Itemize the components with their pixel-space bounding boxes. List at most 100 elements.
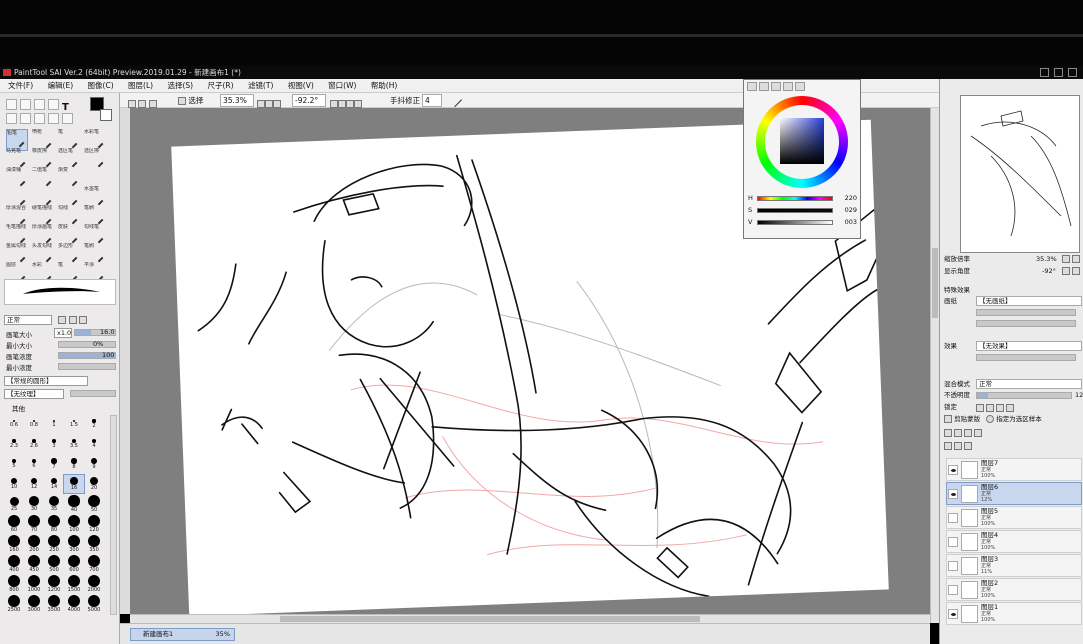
menu-window[interactable]: 窗口(W) (328, 81, 356, 90)
brush-size-preset[interactable]: 600 (64, 555, 84, 573)
brush-size-preset[interactable]: 3 (44, 435, 64, 453)
hscroll-thumb[interactable] (280, 616, 700, 622)
zoom-in-icon[interactable] (265, 100, 273, 108)
visibility-eye-icon[interactable] (948, 561, 958, 571)
brush-size-preset[interactable]: 1200 (44, 575, 64, 593)
layer-blend-select[interactable]: 正常 (976, 379, 1082, 389)
paper-select[interactable]: 【无画纸】 (976, 296, 1082, 306)
brush-size-preset[interactable]: 12 (24, 475, 44, 493)
brush-size-preset[interactable]: 5000 (84, 595, 104, 613)
brush-size-preset[interactable]: 2 (84, 415, 104, 433)
brush-size-preset[interactable]: 500 (44, 555, 64, 573)
nav-rotate-left-icon[interactable] (1062, 267, 1070, 275)
round-tip-icon[interactable] (58, 315, 66, 324)
visibility-eye-icon[interactable] (948, 513, 958, 523)
menu-layer[interactable]: 图层(L) (128, 81, 153, 90)
brush-size-preset[interactable]: 3500 (44, 595, 64, 613)
clipping-mask-checkbox[interactable] (944, 415, 952, 423)
lock-transparency-icon[interactable] (976, 404, 984, 412)
brush-size-preset[interactable]: 1 (44, 415, 64, 433)
clear-layer-icon[interactable] (954, 442, 963, 450)
brush-size-preset[interactable]: 16 (63, 474, 85, 494)
brush-size-preset[interactable]: 0.6 (4, 415, 24, 433)
canvas-vertical-scrollbar[interactable] (930, 108, 939, 623)
brush-size-preset[interactable]: 70 (24, 515, 44, 533)
brush-size-preset[interactable]: 1500 (64, 575, 84, 593)
hand-icon[interactable] (48, 113, 59, 124)
brush-size-preset[interactable]: 30 (24, 495, 44, 513)
layer-row[interactable]: 图层5 正常 100% (946, 506, 1082, 529)
close-icon[interactable] (1068, 68, 1077, 77)
menu-help[interactable]: 帮助(H) (371, 81, 398, 90)
brush-size-preset[interactable]: 200 (24, 535, 44, 553)
rotate-icon[interactable] (34, 113, 45, 124)
brush-size-preset[interactable]: 160 (4, 535, 24, 553)
merge-down-icon[interactable] (944, 442, 952, 450)
brush-shape-select[interactable]: 【常规的圆形】 (4, 376, 88, 386)
saturation-value-square[interactable] (780, 118, 824, 164)
brush-size-preset[interactable]: 25 (4, 495, 24, 513)
value-slider[interactable] (757, 220, 833, 225)
selection-toggle[interactable]: 选择 (178, 93, 203, 105)
brush-size-preset[interactable]: 4000 (64, 595, 84, 613)
effect-width-slider[interactable] (976, 354, 1076, 361)
paper-scale-slider[interactable] (976, 309, 1076, 316)
lasso-icon[interactable] (20, 99, 31, 110)
rotate-reset-icon[interactable] (346, 100, 354, 108)
brush-size-preset[interactable]: 5 (4, 455, 24, 473)
vscroll-thumb[interactable] (932, 248, 938, 318)
menu-image[interactable]: 图像(C) (88, 81, 114, 90)
brush-size-preset[interactable]: 2.6 (24, 435, 44, 453)
magic-wand-icon[interactable] (34, 99, 45, 110)
brush-size-preset[interactable]: 3.5 (64, 435, 84, 453)
brush-size-preset[interactable]: 2000 (84, 575, 104, 593)
brush-size-preset[interactable]: 250 (44, 535, 64, 553)
brush-size-preset[interactable]: 6 (24, 455, 44, 473)
new-folder-icon[interactable] (954, 429, 963, 437)
brush-size-preset[interactable]: 4 (84, 435, 104, 453)
brush-size-preset[interactable]: 3000 (24, 595, 44, 613)
hsv-tab[interactable] (771, 82, 781, 91)
visibility-eye-icon[interactable] (948, 465, 958, 475)
brush-size-preset[interactable]: 400 (4, 555, 24, 573)
selection-source-radio[interactable] (986, 415, 995, 423)
brush-size-preset[interactable]: 80 (44, 515, 64, 533)
zoom-field[interactable]: 35.3% (220, 94, 254, 107)
nav-zoom-in-icon[interactable] (1072, 255, 1080, 263)
hue-slider[interactable] (757, 196, 833, 201)
flip-icon[interactable] (354, 100, 362, 108)
rotate-cw-icon[interactable] (338, 100, 346, 108)
advanced-settings-label[interactable]: 其他 (12, 403, 25, 413)
size-presets-scrollbar[interactable] (110, 415, 117, 615)
brush-size-preset[interactable]: 50 (84, 495, 104, 513)
brush-size-preset[interactable]: 1.5 (64, 415, 84, 433)
menu-select[interactable]: 选择(S) (167, 81, 193, 90)
visibility-eye-icon[interactable] (948, 489, 958, 499)
min-size-slider[interactable] (58, 341, 116, 348)
brush-size-preset[interactable]: 60 (4, 515, 24, 533)
minimize-icon[interactable] (1040, 68, 1049, 77)
canvas-horizontal-scrollbar[interactable] (130, 614, 930, 623)
layer-opacity-slider[interactable] (976, 392, 1072, 399)
brush-size-preset[interactable]: 20 (84, 475, 104, 493)
stabilizer-select[interactable]: 4 (422, 94, 442, 107)
lock-paint-icon[interactable] (986, 404, 995, 412)
zoom-icon[interactable] (20, 113, 31, 124)
zoom-out-icon[interactable] (257, 100, 265, 108)
swatch-tab[interactable] (783, 82, 793, 91)
menu-filter[interactable]: 滤镜(T) (248, 81, 273, 90)
menu-file[interactable]: 文件(F) (8, 81, 33, 90)
brush-size-preset[interactable]: 120 (84, 515, 104, 533)
rect-select-icon[interactable] (6, 99, 17, 110)
brush-size-preset[interactable]: 800 (4, 575, 24, 593)
zoom-reset-icon[interactable] (273, 100, 281, 108)
nav-zoom-out-icon[interactable] (1062, 255, 1070, 263)
visibility-eye-icon[interactable] (948, 585, 958, 595)
picker-icon[interactable] (48, 99, 59, 110)
blend-mode-select[interactable]: 正常 (4, 315, 52, 325)
lock-all-icon[interactable] (1006, 404, 1015, 412)
undo-icon[interactable] (128, 100, 136, 108)
lock-move-icon[interactable] (996, 404, 1005, 412)
blur-tip-icon[interactable] (79, 315, 88, 324)
brush-size-preset[interactable]: 350 (84, 535, 104, 553)
